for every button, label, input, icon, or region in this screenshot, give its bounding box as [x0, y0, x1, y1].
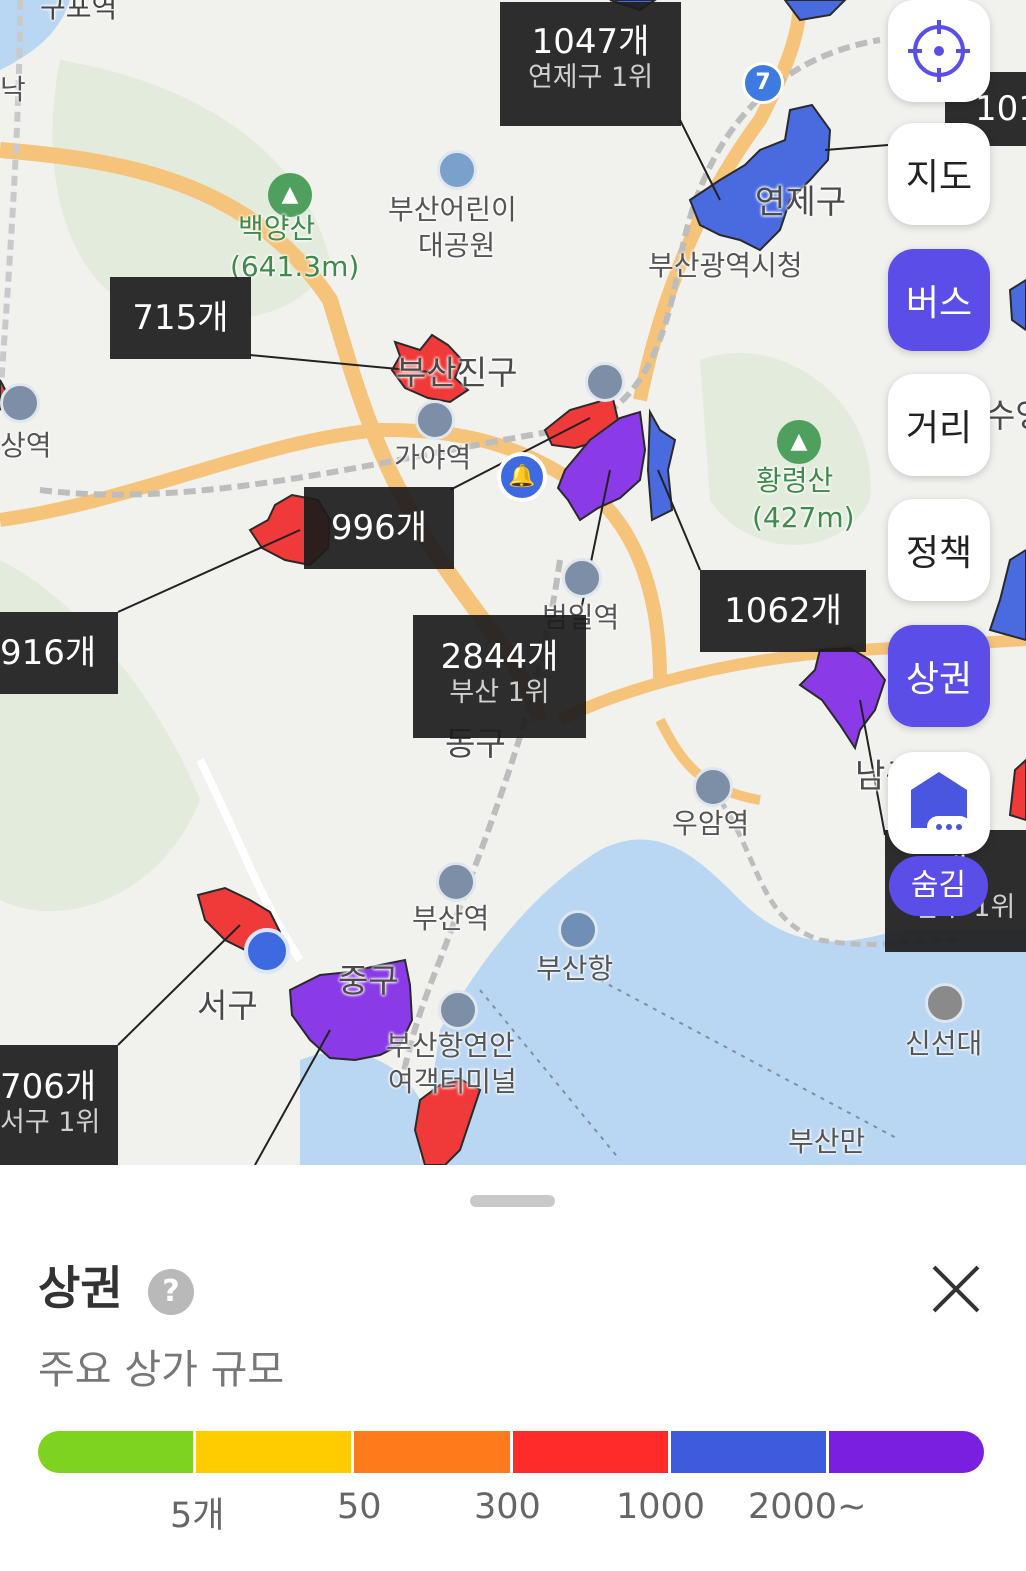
legend-tick: 300	[474, 1487, 541, 1527]
park-pin[interactable]	[437, 150, 477, 190]
mountain-icon: ▲	[777, 420, 821, 464]
callout-rank: 연제구 1위	[527, 62, 654, 93]
route-badge: 7	[742, 62, 784, 104]
place-label: 여객터미널	[388, 1065, 517, 1098]
callout-count: 1062개	[724, 591, 842, 631]
bottom-sheet: 상권 ? 주요 상가 규모 5개 50 300 1000 2000~	[0, 1165, 1026, 1571]
flag-pin[interactable]	[925, 983, 965, 1023]
district-label: 부산진구	[396, 353, 518, 392]
mountain-label: 백양산	[238, 212, 316, 245]
crosshair-icon	[908, 20, 970, 82]
map-view[interactable]: ▲ ▲ 🔔 7 구포역 낙 백양산 (641.3m) 부산어린이 대공원 부산광…	[0, 0, 1026, 1165]
station-label: 상역	[0, 429, 52, 462]
sheet-handle[interactable]	[470, 1195, 555, 1207]
ferry-pin[interactable]	[438, 990, 478, 1030]
legend-segment	[351, 1431, 510, 1473]
bell-icon[interactable]: 🔔	[497, 452, 547, 502]
callout-916[interactable]: 916개	[0, 612, 118, 694]
map-layer-button[interactable]: 지도	[888, 123, 990, 225]
place-label: 부산항	[536, 952, 614, 985]
callout-1062[interactable]: 1062개	[700, 570, 866, 652]
place-label: 대공원	[418, 229, 496, 262]
district-label: 수영	[985, 396, 1026, 435]
close-button[interactable]	[928, 1261, 984, 1317]
station-label: 가야역	[394, 441, 472, 474]
legend-segment	[667, 1431, 826, 1473]
help-icon[interactable]: ?	[148, 1269, 194, 1315]
port-pin[interactable]	[558, 910, 598, 950]
callout-yeonje[interactable]: 1047개 연제구 1위	[500, 2, 681, 126]
legend-segment	[193, 1431, 352, 1473]
legend-segment	[38, 1431, 194, 1473]
callout-count: 706개	[0, 1067, 97, 1107]
legend-bar	[38, 1431, 984, 1473]
callout-count: 715개	[132, 298, 229, 338]
sheet-title: 상권	[38, 1261, 123, 1315]
mountain-icon: ▲	[268, 173, 312, 217]
station-pin[interactable]	[415, 400, 455, 440]
station-pin[interactable]	[0, 383, 40, 423]
district-label: 중구	[338, 961, 399, 1000]
map-base	[0, 0, 1026, 1165]
location-marker	[244, 928, 290, 974]
callout-count: 996개	[330, 508, 428, 548]
callout-count: 101	[975, 89, 1026, 129]
district-label: 서구	[197, 986, 258, 1025]
distance-layer-button[interactable]: 거리	[888, 374, 990, 476]
station-label: 우암역	[672, 807, 750, 840]
policy-layer-button[interactable]: 정책	[888, 499, 990, 601]
bus-layer-button[interactable]: 버스	[888, 249, 990, 351]
callout-rank: 서구 1위	[0, 1107, 101, 1138]
chat-button[interactable]	[888, 752, 990, 854]
station-label: 부산역	[412, 902, 490, 935]
place-label: 부산항연안	[386, 1029, 515, 1062]
station-pin[interactable]	[436, 862, 476, 902]
place-label: 부산만	[788, 1125, 866, 1158]
place-label: 낙	[0, 73, 26, 106]
chat-icon	[911, 772, 971, 838]
station-pin[interactable]	[585, 362, 625, 402]
callout-715[interactable]: 715개	[110, 277, 251, 359]
callout-rank: 부산 1위	[449, 677, 550, 708]
place-label: 부산광역시청	[648, 249, 803, 282]
legend-tick: 50	[337, 1487, 382, 1527]
mountain-elev: (427m)	[752, 501, 855, 534]
callout-996[interactable]: 996개	[304, 487, 454, 569]
hide-button[interactable]: 숨김	[889, 856, 988, 916]
legend-tick: 1000	[616, 1487, 706, 1527]
callout-seo[interactable]: 706개 서구 1위	[0, 1045, 118, 1165]
legend-segment	[825, 1431, 984, 1473]
legend-segment	[509, 1431, 668, 1473]
legend-tick: 5개	[170, 1496, 225, 1536]
callout-2844[interactable]: 2844개 부산 1위	[413, 615, 586, 738]
legend-tick: 2000~	[748, 1487, 867, 1527]
mountain-label: 황령산	[756, 464, 834, 497]
callout-count: 2844개	[440, 637, 559, 677]
district-label: 연제구	[755, 182, 847, 221]
place-label: 부산어린이	[388, 193, 517, 226]
station-pin[interactable]	[562, 558, 602, 598]
callout-count: 916개	[0, 633, 97, 673]
current-location-button[interactable]	[888, 0, 990, 102]
callout-count: 1047개	[531, 22, 650, 62]
sheet-subtitle: 주요 상가 규모	[38, 1347, 285, 1393]
commercial-layer-button[interactable]: 상권	[888, 625, 990, 727]
close-icon	[932, 1265, 980, 1313]
legend-ticks: 5개 50 300 1000 2000~	[0, 1487, 1026, 1536]
station-pin[interactable]	[693, 767, 733, 807]
station-label: 구포역	[40, 0, 118, 24]
place-label: 신선대	[905, 1027, 983, 1060]
